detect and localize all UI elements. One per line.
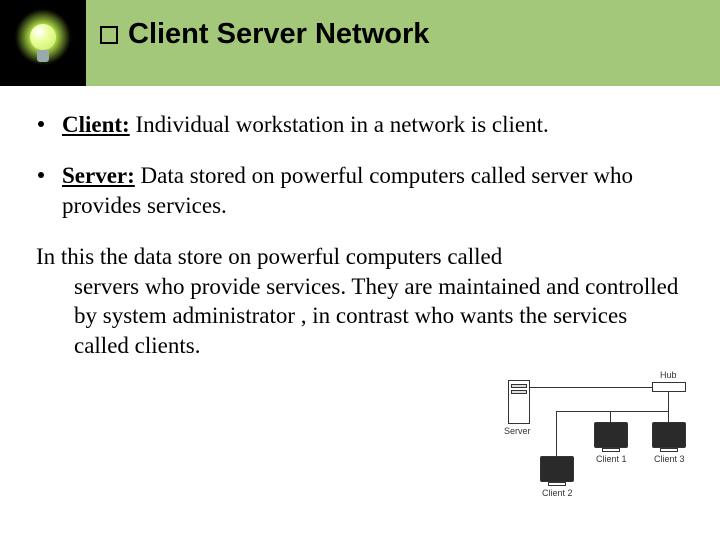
bullet-dot-icon bbox=[38, 121, 44, 127]
label-client3: Client 3 bbox=[654, 454, 685, 464]
bullet-dot-icon bbox=[38, 172, 44, 178]
server-slot-icon bbox=[511, 384, 527, 388]
server-slot-icon bbox=[511, 390, 527, 394]
slide-title: Client Server Network bbox=[100, 18, 710, 51]
term-client: Client: bbox=[62, 112, 130, 137]
lightbulb-icon bbox=[13, 13, 73, 73]
bullet-text: Client: Individual workstation in a netw… bbox=[62, 110, 684, 139]
definition-client: Individual workstation in a network is c… bbox=[130, 112, 549, 137]
connector-line bbox=[530, 387, 652, 388]
connector-line bbox=[668, 392, 669, 412]
client-monitor-icon bbox=[652, 422, 686, 448]
logo-square bbox=[0, 0, 86, 86]
paragraph-line1: In this the data store on powerful compu… bbox=[36, 244, 502, 269]
definition-server: Data stored on powerful computers called… bbox=[62, 163, 633, 217]
term-server: Server: bbox=[62, 163, 135, 188]
bullet-item: Server: Data stored on powerful computer… bbox=[36, 161, 684, 220]
connector-line bbox=[556, 411, 557, 457]
monitor-stand-icon bbox=[602, 448, 620, 452]
hub-icon bbox=[652, 382, 686, 392]
label-client1: Client 1 bbox=[596, 454, 627, 464]
paragraph-rest: servers who provide services. They are m… bbox=[36, 272, 684, 360]
bullet-text: Server: Data stored on powerful computer… bbox=[62, 161, 684, 220]
monitor-stand-icon bbox=[548, 482, 566, 486]
label-hub: Hub bbox=[660, 370, 677, 380]
connector-line bbox=[556, 411, 669, 412]
monitor-stand-icon bbox=[660, 448, 678, 452]
label-client2: Client 2 bbox=[542, 488, 573, 498]
network-diagram: Server Hub Client 1 Client 3 Client 2 bbox=[502, 378, 692, 518]
label-server: Server bbox=[504, 426, 531, 436]
content-area: Client: Individual workstation in a netw… bbox=[0, 86, 720, 360]
square-bullet-icon bbox=[100, 26, 118, 44]
client-monitor-icon bbox=[594, 422, 628, 448]
client-monitor-icon bbox=[540, 456, 574, 482]
title-text: Client Server Network bbox=[128, 18, 429, 51]
bullet-item: Client: Individual workstation in a netw… bbox=[36, 110, 684, 139]
paragraph: In this the data store on powerful compu… bbox=[36, 242, 684, 360]
header-bar: Client Server Network bbox=[0, 0, 720, 86]
